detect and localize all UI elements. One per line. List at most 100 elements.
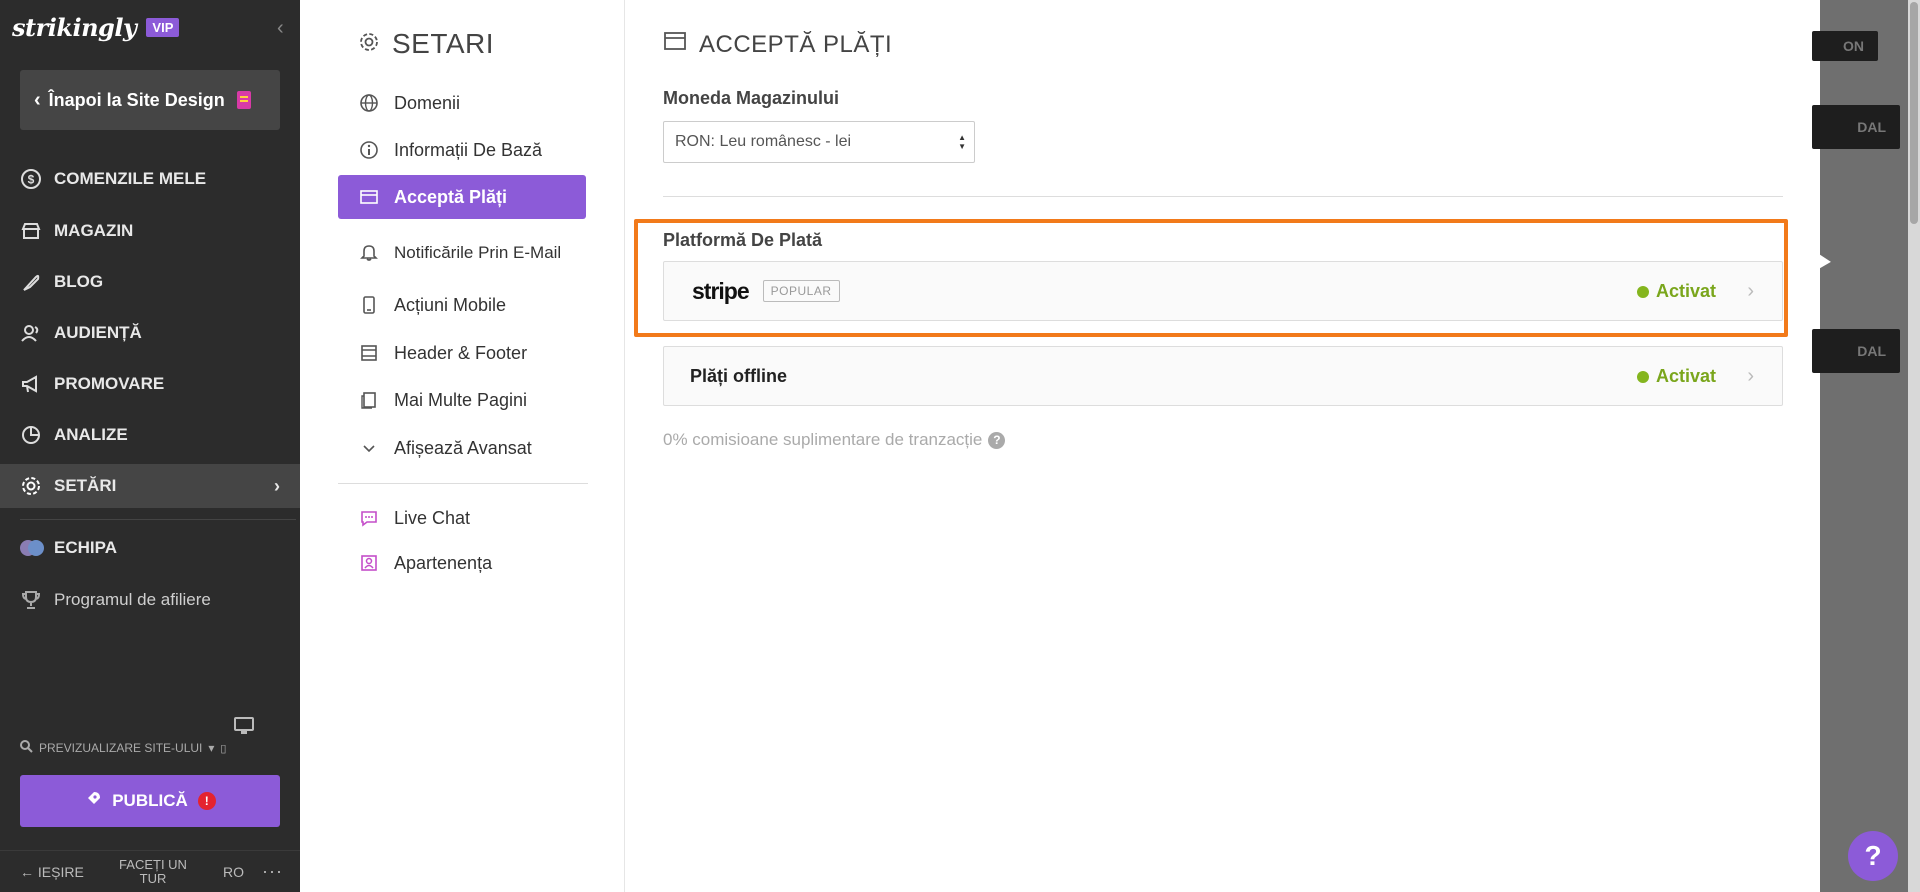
background-button: DAL (1812, 105, 1900, 149)
sidebar-footer: ← IEȘIRE FACEȚI UN TUR RO ··· (0, 850, 300, 892)
preview-site-toggle[interactable]: PREVIZUALIZARE SITE-ULUI ▾ ▯ (20, 740, 226, 756)
offline-payment-row[interactable]: Plăți offline Activat › (663, 346, 1783, 406)
settings-title: SETARI (358, 28, 494, 60)
mobile-preview-icon[interactable]: ▯ (220, 742, 226, 755)
chat-icon (358, 507, 380, 529)
settings-item-label: Acțiuni Mobile (394, 294, 507, 315)
back-to-site-design-button[interactable]: ‹ Înapoi la Site Design (20, 70, 280, 130)
sidebar-item-label: Programul de afiliere (54, 590, 211, 609)
fee-note: 0% comisioane suplimentare de tranzacție… (663, 430, 1006, 450)
settings-item-membership[interactable]: Apartenența (338, 541, 586, 585)
question-circle-icon[interactable]: ? (988, 431, 1006, 449)
member-icon (358, 552, 380, 574)
background-button-label: DAL (1857, 343, 1886, 359)
sidebar-item-settings[interactable]: SETĂRI › (0, 464, 300, 508)
settings-item-label: Domenii (394, 92, 461, 113)
store-icon (20, 220, 42, 242)
caret-down-icon: ▾ (208, 741, 215, 755)
settings-item-basic-info[interactable]: Informații De Bază (338, 128, 586, 172)
sidebar-item-audience[interactable]: AUDIENȚĂ (0, 311, 300, 355)
settings-panel: SETARI Domenii Informații De Bază Accept… (300, 0, 1820, 892)
page-title: ACCEPTĂ PLĂȚI (663, 30, 892, 59)
alert-badge: ! (197, 792, 216, 810)
offline-payment-label: Plăți offline (690, 365, 788, 386)
sidebar-item-label: COMENZILE MELE (54, 169, 207, 188)
chevron-right-icon: › (1747, 365, 1754, 387)
help-button[interactable]: ? (1848, 831, 1898, 881)
currency-value: RON: Leu românesc - lei (675, 133, 852, 150)
settings-item-label: Acceptă Plăți (394, 186, 508, 207)
mobile-icon (358, 294, 380, 316)
currency-select[interactable]: RON: Leu românesc - lei ▲ ▼ (663, 121, 975, 163)
desktop-preview-icon[interactable] (234, 717, 254, 734)
sidebar-item-blog[interactable]: BLOG (0, 260, 300, 304)
settings-item-header-footer[interactable]: Header & Footer (338, 331, 586, 375)
background-button-label: DAL (1857, 119, 1886, 135)
layout-icon (358, 342, 380, 364)
currency-label: Moneda Magazinului (663, 88, 840, 108)
settings-item-mobile-actions[interactable]: Acțiuni Mobile (338, 283, 586, 327)
settings-nav: SETARI Domenii Informații De Bază Accept… (300, 0, 625, 892)
trophy-icon (20, 589, 42, 611)
scrollbar-thumb[interactable] (1910, 2, 1918, 224)
feather-icon (20, 271, 42, 293)
status-badge: Activat (1636, 366, 1716, 387)
svg-text:$: $ (28, 173, 35, 187)
credit-card-icon (663, 30, 687, 59)
take-tour-button[interactable]: FACEȚI UN TUR (112, 857, 194, 886)
select-arrows-icon: ▲ ▼ (958, 133, 966, 151)
settings-nav-divider (338, 483, 588, 484)
more-options-icon[interactable]: ··· (262, 861, 283, 882)
sidebar-item-label: ECHIPA (54, 538, 117, 557)
credit-card-icon (358, 186, 380, 208)
rocket-icon (84, 790, 102, 813)
settings-item-label: Live Chat (394, 507, 471, 528)
settings-item-domains[interactable]: Domenii (338, 81, 586, 125)
arrow-left-icon: ← (20, 863, 38, 880)
settings-item-live-chat[interactable]: Live Chat (338, 496, 586, 540)
payments-content: ACCEPTĂ PLĂȚI Moneda Magazinului RON: Le… (634, 0, 1788, 892)
settings-item-label: Mai Multe Pagini (394, 389, 528, 410)
settings-item-more-pages[interactable]: Mai Multe Pagini (338, 378, 586, 422)
background-button: DAL (1812, 329, 1900, 373)
page-icon (236, 91, 251, 109)
chevron-left-icon[interactable]: ‹ (277, 17, 284, 40)
brand-logo[interactable]: strikingly VIP (12, 12, 180, 42)
settings-item-label: Header & Footer (394, 342, 528, 363)
exit-label: IEȘIRE (37, 863, 84, 880)
settings-item-email-notifications[interactable]: Notificările Prin E-Mail (338, 230, 586, 274)
megaphone-icon (20, 373, 42, 395)
app-sidebar: strikingly VIP ‹ ‹ Înapoi la Site Design… (0, 0, 300, 892)
globe-icon (358, 92, 380, 114)
language-selector[interactable]: RO (223, 864, 244, 880)
sidebar-item-store[interactable]: MAGAZIN (0, 209, 300, 253)
page-title-text: ACCEPTĂ PLĂȚI (699, 30, 893, 58)
fee-note-text: 0% comisioane suplimentare de tranzacție (663, 430, 983, 449)
settings-item-label: Apartenența (394, 552, 493, 573)
settings-item-show-advanced[interactable]: Afișează Avansat (338, 426, 586, 470)
sidebar-item-affiliate[interactable]: Programul de afiliere (0, 578, 300, 622)
pie-chart-icon (20, 424, 42, 446)
publish-button[interactable]: PUBLICĂ ! (20, 775, 280, 827)
publish-label: PUBLICĂ (112, 791, 188, 810)
sidebar-item-team[interactable]: ECHIPA (0, 526, 300, 570)
status-text: Activat (1655, 366, 1716, 386)
sidebar-item-promotion[interactable]: PROMOVARE (0, 362, 300, 406)
sidebar-item-analytics[interactable]: ANALIZE (0, 413, 300, 457)
logo-text: strikingly (12, 12, 137, 42)
background-button-label: ON (1843, 38, 1864, 54)
settings-item-label: Notificările Prin E-Mail (394, 242, 562, 262)
sidebar-item-label: SETĂRI (54, 476, 117, 495)
settings-item-payments[interactable]: Acceptă Plăți (338, 175, 586, 219)
exit-button[interactable]: ← IEȘIRE (20, 864, 84, 880)
sidebar-divider (20, 519, 296, 520)
chevron-right-icon: › (274, 475, 280, 496)
sidebar-item-label: PROMOVARE (54, 374, 165, 393)
vip-badge: VIP (146, 17, 180, 37)
team-avatars-icon (20, 537, 44, 559)
sidebar-item-orders[interactable]: $ COMENZILE MELE (0, 157, 300, 201)
info-icon (358, 139, 380, 161)
gear-icon (358, 28, 380, 60)
background-button: ON (1812, 31, 1878, 61)
sidebar-item-label: AUDIENȚĂ (54, 323, 142, 342)
